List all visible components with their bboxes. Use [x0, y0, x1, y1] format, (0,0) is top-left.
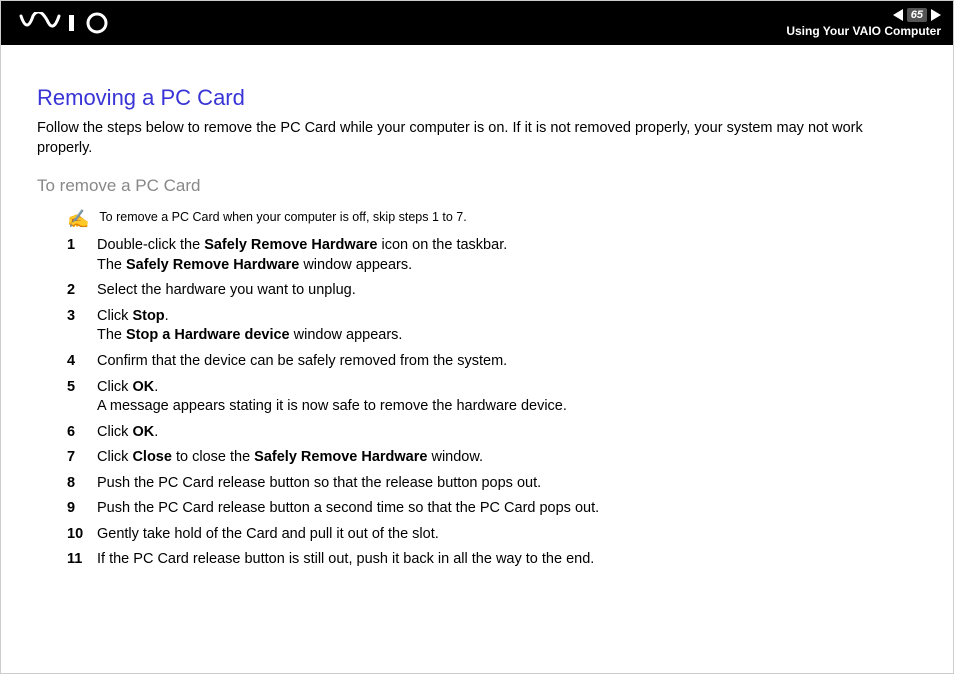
step-number: 1 — [67, 236, 97, 275]
step-number: 4 — [67, 352, 97, 372]
list-item: 9Push the PC Card release button a secon… — [67, 499, 917, 519]
step-text: Confirm that the device can be safely re… — [97, 352, 507, 372]
next-page-icon[interactable] — [931, 9, 941, 21]
list-item: 2Select the hardware you want to unplug. — [67, 281, 917, 301]
step-text: Select the hardware you want to unplug. — [97, 281, 356, 301]
list-item: 8Push the PC Card release button so that… — [67, 474, 917, 494]
step-text: If the PC Card release button is still o… — [97, 550, 594, 570]
header-right: 65 Using Your VAIO Computer — [786, 8, 941, 38]
step-text: Gently take hold of the Card and pull it… — [97, 525, 439, 545]
content: Removing a PC Card Follow the steps belo… — [1, 45, 953, 570]
note-text: To remove a PC Card when your computer i… — [99, 210, 466, 224]
list-item: 11If the PC Card release button is still… — [67, 550, 917, 570]
list-item: 5Click OK.A message appears stating it i… — [67, 378, 917, 417]
step-text: Push the PC Card release button so that … — [97, 474, 541, 494]
page-number: 65 — [907, 8, 927, 22]
step-text: Click Close to close the Safely Remove H… — [97, 448, 483, 468]
page: 65 Using Your VAIO Computer Removing a P… — [0, 0, 954, 674]
vaio-logo — [19, 12, 119, 34]
step-number: 10 — [67, 525, 97, 545]
intro-text: Follow the steps below to remove the PC … — [37, 119, 917, 158]
step-number: 7 — [67, 448, 97, 468]
page-title: Removing a PC Card — [37, 85, 917, 111]
steps-list: 1Double-click the Safely Remove Hardware… — [67, 236, 917, 570]
step-number: 9 — [67, 499, 97, 519]
step-text: Push the PC Card release button a second… — [97, 499, 599, 519]
list-item: 4Confirm that the device can be safely r… — [67, 352, 917, 372]
step-text: Double-click the Safely Remove Hardware … — [97, 236, 507, 275]
section-label: Using Your VAIO Computer — [786, 24, 941, 38]
list-item: 7Click Close to close the Safely Remove … — [67, 448, 917, 468]
header-bar: 65 Using Your VAIO Computer — [1, 1, 953, 45]
list-item: 10Gently take hold of the Card and pull … — [67, 525, 917, 545]
note-block: ✍ To remove a PC Card when your computer… — [67, 210, 917, 228]
list-item: 1Double-click the Safely Remove Hardware… — [67, 236, 917, 275]
step-number: 6 — [67, 423, 97, 443]
step-number: 2 — [67, 281, 97, 301]
prev-page-icon[interactable] — [893, 9, 903, 21]
page-nav: 65 — [893, 8, 941, 22]
step-number: 5 — [67, 378, 97, 417]
step-number: 3 — [67, 307, 97, 346]
step-number: 8 — [67, 474, 97, 494]
subtitle: To remove a PC Card — [37, 176, 917, 196]
note-icon: ✍ — [67, 210, 89, 228]
step-text: Click Stop.The Stop a Hardware device wi… — [97, 307, 402, 346]
step-number: 11 — [67, 550, 97, 570]
step-text: Click OK. — [97, 423, 158, 443]
step-text: Click OK.A message appears stating it is… — [97, 378, 567, 417]
list-item: 6Click OK. — [67, 423, 917, 443]
list-item: 3Click Stop.The Stop a Hardware device w… — [67, 307, 917, 346]
